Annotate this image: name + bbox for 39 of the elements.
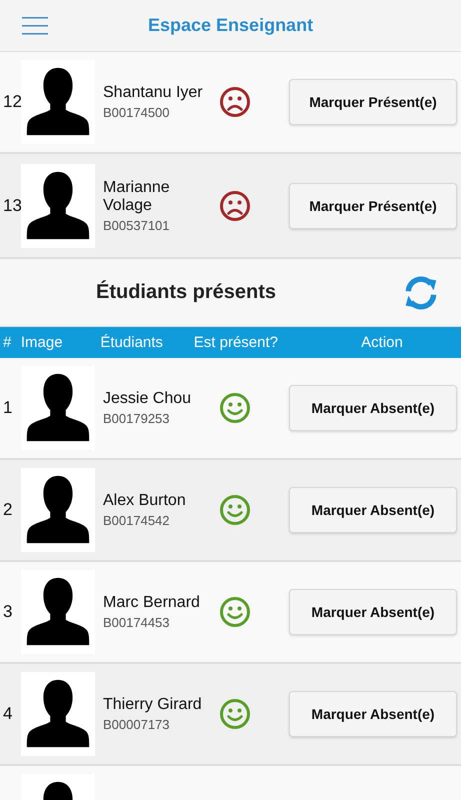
mark-absent-button[interactable]: Marquer Absent(e) — [289, 589, 457, 635]
student-id: B00174542 — [103, 513, 171, 528]
row-number: 12 — [2, 92, 21, 112]
mark-absent-button[interactable]: Marquer Absent(e) — [289, 691, 457, 737]
student-name: Marc Bernard — [103, 594, 201, 612]
row-number: 13 — [2, 196, 21, 216]
column-header: Étudiants — [100, 334, 164, 351]
avatar-icon — [21, 468, 95, 552]
student-name: Marianne Volage — [103, 178, 171, 214]
refresh-icon[interactable] — [403, 274, 439, 310]
avatar-icon — [21, 570, 95, 654]
row-number: 3 — [2, 602, 14, 622]
app-title: Espace Enseignant — [148, 15, 314, 36]
student-id: B00179253 — [103, 411, 171, 426]
mark-absent-button[interactable]: Marquer Absent(e) — [289, 487, 457, 533]
row-number: 2 — [2, 500, 14, 520]
section-title: Étudiants présents — [96, 281, 276, 304]
column-header: Est présent? — [194, 334, 279, 351]
avatar-icon — [21, 672, 95, 756]
row-number: 1 — [2, 398, 14, 418]
mark-present-button[interactable]: Marquer Présent(e) — [289, 79, 457, 125]
avatar-icon — [21, 164, 95, 248]
column-header: Action — [360, 334, 404, 351]
column-header: # — [3, 334, 12, 351]
menu-icon[interactable] — [22, 16, 48, 34]
student-id: B00174453 — [103, 615, 171, 630]
student-name: Shantanu Iyer — [103, 84, 204, 102]
row-number: 4 — [2, 704, 14, 724]
mark-absent-button[interactable]: Marquer Absent(e) — [289, 385, 457, 431]
student-name: Jessie Chou — [103, 390, 192, 408]
student-id: B00537101 — [103, 218, 171, 232]
column-header: Image — [20, 334, 64, 351]
avatar-icon — [21, 366, 95, 450]
student-name: Alex Burton — [103, 492, 187, 510]
student-id: B00007173 — [103, 717, 171, 732]
student-id: B00174500 — [103, 105, 171, 120]
mark-present-button[interactable]: Marquer Présent(e) — [289, 182, 457, 228]
avatar-icon — [21, 60, 95, 144]
student-name: Thierry Girard — [103, 696, 203, 714]
